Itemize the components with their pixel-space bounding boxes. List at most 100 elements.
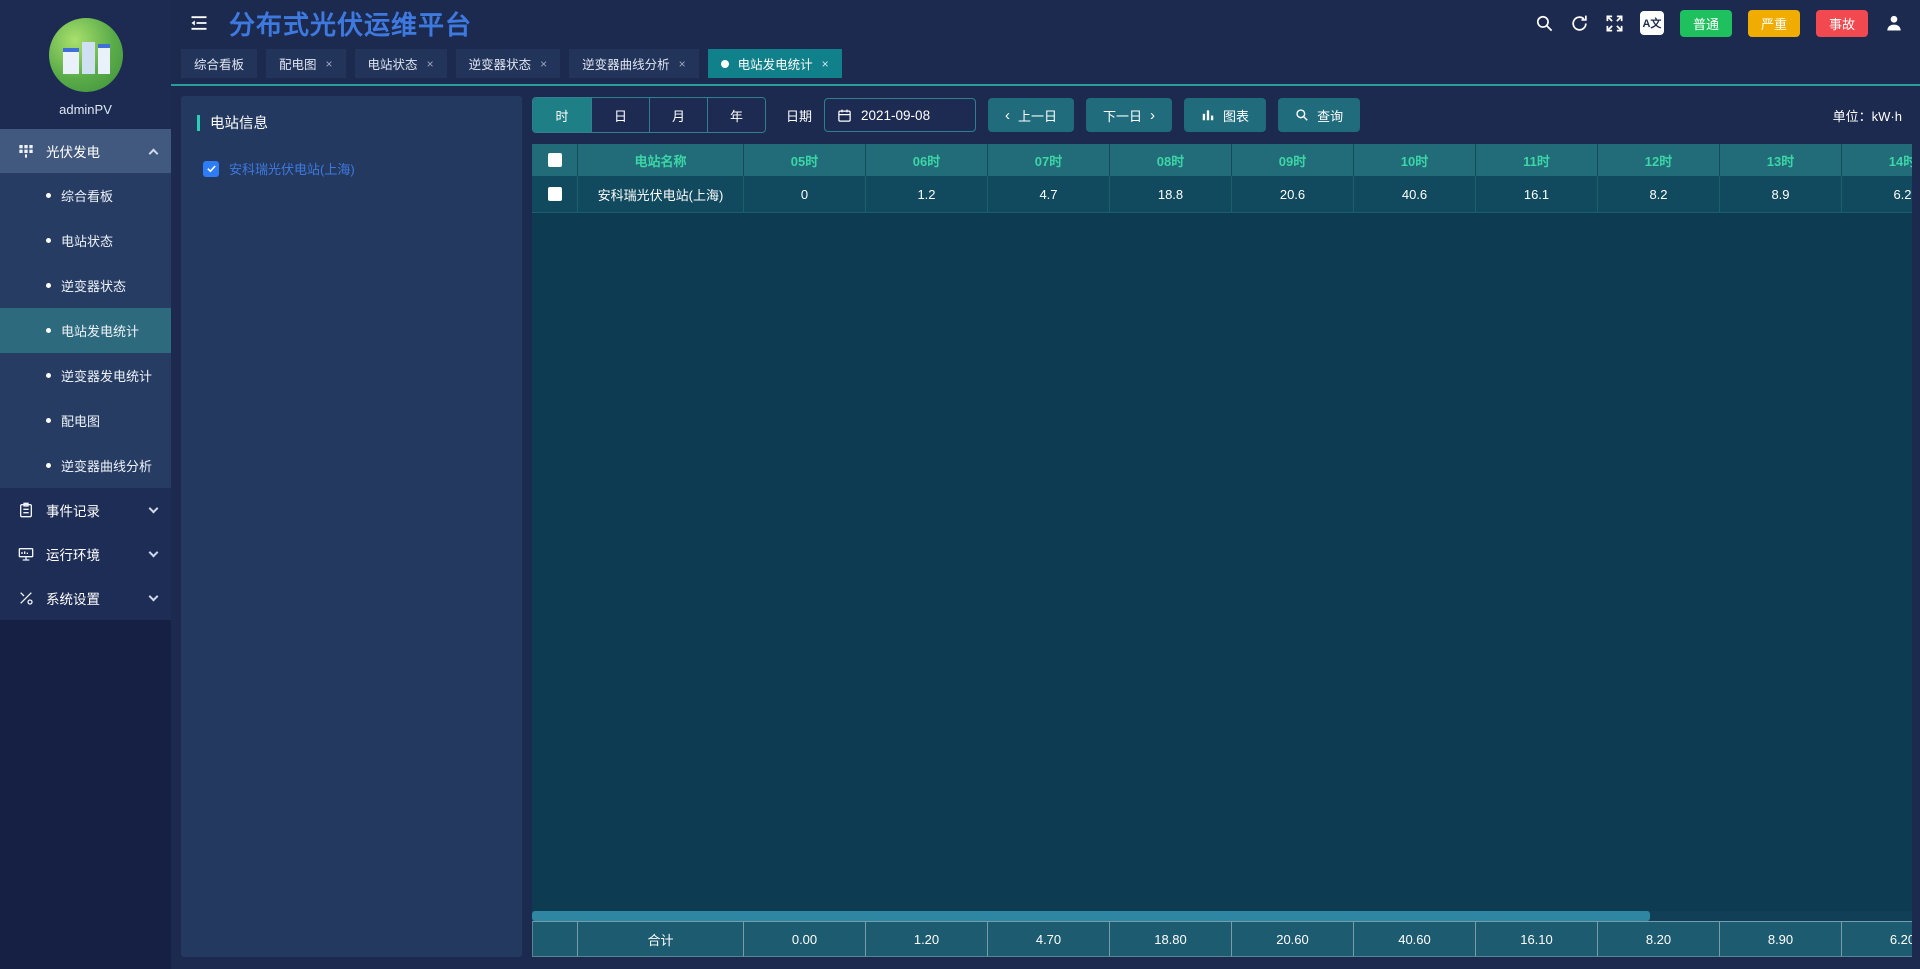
- sidebar-filler: [0, 620, 171, 969]
- chevron-down-icon: [148, 591, 159, 601]
- tab-dashboard[interactable]: 综合看板: [181, 49, 258, 78]
- cell-value: 6.2: [1842, 176, 1912, 212]
- total-cell: 4.70: [988, 921, 1110, 957]
- tab-inverter-status[interactable]: 逆变器状态 ×: [455, 49, 561, 78]
- submenu-item-distribution-diagram[interactable]: 配电图: [0, 398, 171, 443]
- chart-button[interactable]: 图表: [1184, 98, 1267, 132]
- header-cell: 14时: [1842, 144, 1912, 176]
- submenu-item-dashboard[interactable]: 综合看板: [0, 173, 171, 218]
- sidebar-item-label: 光伏发电: [46, 145, 100, 160]
- tab-close-icon[interactable]: ×: [822, 57, 829, 71]
- refresh-icon[interactable]: [1570, 14, 1589, 33]
- submenu-item-station-status[interactable]: 电站状态: [0, 218, 171, 263]
- translate-icon[interactable]: A文: [1639, 11, 1664, 35]
- bullet-icon: [46, 418, 51, 423]
- cell-value: 16.1: [1476, 176, 1598, 212]
- solar-grid-icon: [18, 143, 34, 159]
- submenu-item-inverter-curve-analysis[interactable]: 逆变器曲线分析: [0, 443, 171, 488]
- period-year-button[interactable]: 年: [707, 98, 765, 132]
- submenu-item-label: 配电图: [61, 414, 101, 429]
- date-label: 日期: [786, 108, 813, 124]
- bullet-icon: [46, 283, 51, 288]
- top-bar: 分布式光伏运维平台 A文 普通 严重 事故: [171, 0, 1920, 46]
- sidebar-item-label: 事件记录: [46, 504, 100, 519]
- unit-label: 单位：kW·h: [1832, 108, 1902, 124]
- tab-label: 综合看板: [194, 58, 245, 72]
- tab-distribution-diagram[interactable]: 配电图 ×: [266, 49, 346, 78]
- submenu-item-label: 逆变器发电统计: [61, 369, 153, 384]
- submenu-item-inverter-generation-stats[interactable]: 逆变器发电统计: [0, 353, 171, 398]
- page-title: 分布式光伏运维平台: [229, 9, 473, 40]
- row-checkbox[interactable]: [547, 187, 562, 201]
- sidebar-item-pv-generation[interactable]: 光伏发电: [0, 129, 171, 173]
- chart-button-label: 图表: [1223, 108, 1250, 124]
- tab-inverter-curve-analysis[interactable]: 逆变器曲线分析 ×: [569, 49, 699, 78]
- cell-value: 4.7: [988, 176, 1110, 212]
- submenu-item-station-generation-stats[interactable]: 电站发电统计: [0, 308, 171, 353]
- period-hour-button[interactable]: 时: [533, 98, 591, 132]
- sidebar-item-event-records[interactable]: 事件记录: [0, 488, 171, 532]
- query-button[interactable]: 查询: [1278, 98, 1361, 132]
- scrollbar-thumb[interactable]: [532, 911, 1650, 921]
- chevron-down-icon: [148, 547, 159, 557]
- sidebar-item-operating-environment[interactable]: 运行环境: [0, 532, 171, 576]
- next-day-label: 下一日: [1103, 108, 1143, 124]
- sidebar-item-system-settings[interactable]: 系统设置: [0, 576, 171, 620]
- period-month-button[interactable]: 月: [649, 98, 707, 132]
- date-input[interactable]: 2021-09-08: [824, 98, 977, 132]
- total-cell: 6.20: [1842, 921, 1912, 957]
- station-checkbox[interactable]: [203, 160, 219, 177]
- submenu-item-inverter-status[interactable]: 逆变器状态: [0, 263, 171, 308]
- tab-label: 逆变器曲线分析: [582, 58, 670, 72]
- cell-value: 20.6: [1232, 176, 1354, 212]
- cell-value: 0: [744, 176, 866, 212]
- search-icon[interactable]: [1535, 14, 1554, 33]
- title-accent-bar: [197, 114, 200, 131]
- bullet-icon: [46, 328, 51, 333]
- clipboard-icon: [18, 502, 34, 518]
- tab-close-icon[interactable]: ×: [326, 57, 333, 71]
- station-label[interactable]: 安科瑞光伏电站(上海): [229, 159, 355, 178]
- cell-value: 8.2: [1598, 176, 1720, 212]
- total-cell: 40.60: [1354, 921, 1476, 957]
- period-segmented-control: 时 日 月 年: [532, 97, 766, 133]
- select-all-checkbox[interactable]: [547, 153, 562, 167]
- bar-chart-icon: [1201, 108, 1215, 122]
- tab-label: 逆变器状态: [468, 58, 532, 72]
- chevron-right-icon: ›: [1150, 106, 1156, 124]
- alarm-badge-normal[interactable]: 普通: [1679, 9, 1732, 37]
- submenu-item-label: 综合看板: [61, 189, 114, 204]
- tab-close-icon[interactable]: ×: [540, 57, 547, 71]
- next-day-button[interactable]: 下一日 ›: [1086, 98, 1173, 132]
- main-panel: 时 日 月 年 日期 2021-09-08 ‹ 上一日 下一日 › 图表 查询 …: [532, 86, 1912, 957]
- tab-close-icon[interactable]: ×: [427, 57, 434, 71]
- tab-close-icon[interactable]: ×: [679, 57, 686, 71]
- fullscreen-icon[interactable]: [1605, 14, 1624, 33]
- logged-in-user: adminPV: [59, 102, 112, 117]
- header-cell: 09时: [1232, 144, 1354, 176]
- prev-day-button[interactable]: ‹ 上一日: [988, 98, 1075, 132]
- station-tree-item[interactable]: 安科瑞光伏电站(上海): [203, 159, 522, 178]
- header-cell: 05时: [744, 144, 866, 176]
- collapse-menu-icon[interactable]: [189, 13, 209, 33]
- panel-title: 电站信息: [210, 116, 268, 132]
- total-cell: 8.20: [1598, 921, 1720, 957]
- alarm-badge-severe[interactable]: 严重: [1747, 9, 1800, 37]
- calendar-icon: [837, 108, 852, 123]
- tab-station-status[interactable]: 电站状态 ×: [354, 49, 447, 78]
- logo-block: adminPV: [0, 0, 171, 129]
- submenu-item-label: 逆变器曲线分析: [61, 459, 153, 474]
- submenu-item-label: 电站状态: [61, 234, 114, 249]
- chevron-down-icon: [148, 503, 159, 513]
- alarm-badge-accident[interactable]: 事故: [1815, 9, 1868, 37]
- total-cell: 0.00: [744, 921, 866, 957]
- table-scroll-area: 电站名称 05时 06时 07时 08时 09时 10时 11时 12时 13时…: [532, 144, 1912, 921]
- pv-submenu: 综合看板 电站状态 逆变器状态 电站发电统计 逆变器发电统计 配电图 逆变器曲线…: [0, 173, 171, 488]
- period-day-button[interactable]: 日: [591, 98, 649, 132]
- user-icon[interactable]: [1884, 13, 1904, 33]
- tab-station-generation-stats[interactable]: 电站发电统计 ×: [707, 49, 842, 78]
- tab-label: 电站发电统计: [737, 58, 813, 72]
- cell-value: 1.2: [866, 176, 988, 212]
- horizontal-scrollbar: [532, 911, 1912, 921]
- table-header-row: 电站名称 05时 06时 07时 08时 09时 10时 11时 12时 13时…: [532, 144, 1912, 176]
